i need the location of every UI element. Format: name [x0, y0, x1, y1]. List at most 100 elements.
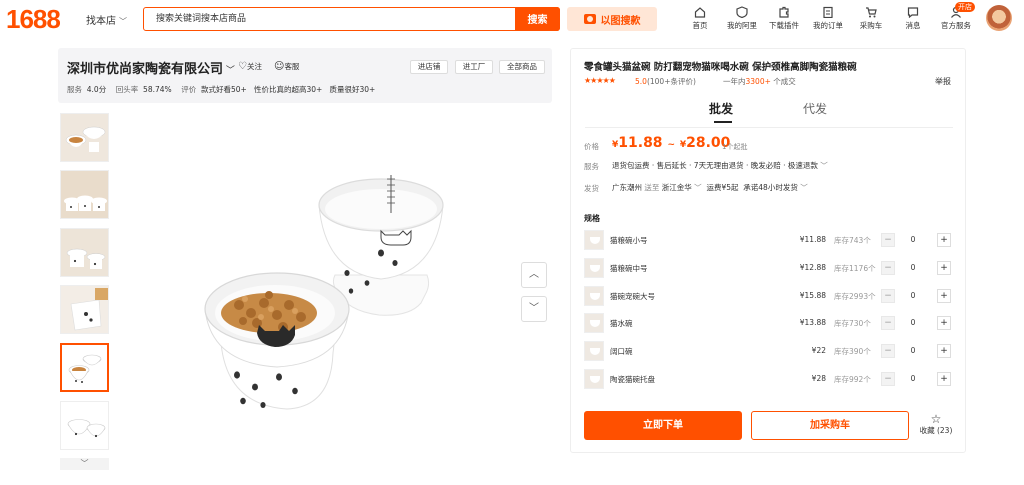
ship-promise[interactable]: 承诺48小时发货 ﹀ [743, 183, 807, 192]
thumbnails-scroll-down[interactable]: ﹀ [60, 458, 109, 470]
home-icon [694, 7, 706, 18]
nav-download-plugin[interactable]: 下载插件 [761, 6, 807, 31]
add-to-cart-button[interactable]: 加采购车 [751, 411, 909, 440]
thumbnail-5-selected[interactable] [60, 343, 109, 392]
shipping-label: 发货 [584, 184, 599, 193]
ship-to-word: 送至 [644, 183, 660, 192]
rating-value: 5.0 [635, 77, 647, 86]
qty-decrease-button[interactable]: − [881, 344, 895, 358]
tab-dropship[interactable]: 代发 [803, 100, 827, 117]
rating-close-paren: ) [692, 77, 696, 86]
qty-decrease-button[interactable]: − [881, 316, 895, 330]
sku-name: 猫水碗 [610, 319, 633, 328]
follow-button[interactable]: ♡关注 [238, 61, 262, 72]
enter-store-button[interactable]: 进店铺 [410, 60, 448, 74]
sku-stock: 库存992个 [834, 375, 871, 384]
thumbnail-1[interactable] [60, 113, 109, 162]
service-text: 退货包运费 · 售后延长 · 7天无理由退货 · 晚发必赔 · 极速退款 [612, 161, 818, 170]
tab-wholesale[interactable]: 批发 [709, 100, 733, 117]
qty-input[interactable]: 0 [906, 374, 920, 383]
sales-suffix: 个成交 [773, 77, 796, 86]
qty-decrease-button[interactable]: − [881, 372, 895, 386]
sku-price: ¥11.88 [799, 235, 826, 244]
chevron-down-icon: ﹀ [223, 66, 235, 76]
rating-summary[interactable]: 5.0(100+条评价) [635, 76, 696, 87]
qty-input[interactable]: 0 [906, 235, 920, 244]
qty-increase-button[interactable]: + [937, 372, 951, 386]
sku-name: 陶瓷猫碗托盘 [610, 375, 655, 384]
avatar[interactable] [986, 5, 1012, 31]
product-title: 零食罐头猫盆碗 防打翻宠物猫咪喝水碗 保护颈椎高脚陶瓷猫粮碗 [584, 62, 857, 73]
qty-increase-button[interactable]: + [937, 289, 951, 303]
thumbnail-image [61, 229, 108, 276]
sku-price: ¥22 [811, 346, 826, 355]
nav-official-service-label: 官方服务 [941, 21, 971, 30]
image-prev-button[interactable]: ︿ [521, 262, 547, 288]
service-guarantees[interactable]: 退货包运费 · 售后延长 · 7天无理由退货 · 晚发必赔 · 极速退款 ﹀ [612, 160, 828, 171]
qty-decrease-button[interactable]: − [881, 261, 895, 275]
all-products-button[interactable]: 全部商品 [499, 60, 545, 74]
store-name[interactable]: 深圳市优尚家陶瓷有限公司 ﹀ [67, 58, 235, 77]
thumbnail-4[interactable] [60, 285, 109, 334]
sku-thumbnail[interactable] [584, 286, 604, 306]
sku-price: ¥15.88 [799, 291, 826, 300]
qty-input[interactable]: 0 [906, 263, 920, 272]
sku-name: 猫碗宠碗大号 [610, 292, 655, 301]
qty-increase-button[interactable]: + [937, 261, 951, 275]
thumbnail-image [62, 345, 107, 390]
chevron-down-icon: ﹀ [80, 459, 89, 468]
main-product-image[interactable] [119, 113, 552, 470]
image-search-button[interactable]: 以图搜款 [567, 7, 657, 31]
site-logo[interactable]: 1688 [6, 4, 61, 35]
thumbnail-6[interactable] [60, 401, 109, 450]
ship-to: 浙江金华 [661, 183, 692, 192]
store-switch[interactable]: 找本店 ﹀ [86, 12, 127, 27]
sku-thumbnail[interactable] [584, 230, 604, 250]
nav-my-orders[interactable]: 我的订单 [805, 6, 851, 31]
qty-increase-button[interactable]: + [937, 344, 951, 358]
stat-review-tag-3: 质量很好30+ [329, 85, 376, 94]
ship-to-select[interactable]: 浙江金华 ﹀ [662, 183, 702, 192]
sku-name: 阔口碗 [610, 347, 633, 356]
chevron-down-icon: ﹀ [820, 161, 828, 170]
favorite-button[interactable]: ☆ 收藏 (23) [916, 413, 956, 436]
search-input[interactable] [144, 8, 516, 29]
thumbnail-2[interactable] [60, 170, 109, 219]
qty-input[interactable]: 0 [906, 318, 920, 327]
sku-price: ¥12.88 [799, 263, 826, 272]
qty-input[interactable]: 0 [906, 291, 920, 300]
sku-thumbnail[interactable] [584, 369, 604, 389]
sku-thumbnail[interactable] [584, 341, 604, 361]
sku-row: 猫水碗 ¥13.88 库存730个 − 0 + [584, 313, 954, 335]
sku-thumbnail[interactable] [584, 258, 604, 278]
qty-increase-button[interactable]: + [937, 316, 951, 330]
store-name-text: 深圳市优尚家陶瓷有限公司 [67, 62, 224, 77]
price-range: ¥11.88 ~ ¥28.00 [612, 135, 730, 151]
thumbnail-3[interactable] [60, 228, 109, 277]
enter-factory-button[interactable]: 进工厂 [455, 60, 493, 74]
qty-increase-button[interactable]: + [937, 233, 951, 247]
qty-decrease-button[interactable]: − [881, 289, 895, 303]
sku-name: 猫粮碗小号 [610, 236, 648, 245]
freight-info[interactable]: 运费¥5起 [706, 183, 738, 192]
qty-input[interactable]: 0 [906, 346, 920, 355]
qty-decrease-button[interactable]: − [881, 233, 895, 247]
thumbnail-image [61, 402, 108, 449]
customer-service-label: 客服 [284, 62, 300, 71]
open-store-badge[interactable]: 开店 [955, 2, 975, 12]
buy-now-button[interactable]: 立即下单 [584, 411, 742, 440]
image-next-button[interactable]: ﹀ [521, 296, 547, 322]
nav-my-ali[interactable]: 我的阿里 [719, 6, 765, 31]
nav-home[interactable]: 首页 [677, 6, 723, 31]
search-button[interactable]: 搜索 [515, 6, 560, 31]
sku-stock: 库存743个 [834, 236, 871, 245]
report-link[interactable]: 举报 [935, 76, 951, 87]
nav-purchase-cart-label: 采购车 [859, 21, 883, 30]
sku-thumbnail[interactable] [584, 313, 604, 333]
camera-icon [583, 14, 596, 24]
nav-purchase-cart[interactable]: 采购车 [848, 6, 894, 31]
min-order-qty: 1个起批 [722, 143, 748, 151]
customer-service-button[interactable]: ☺客服 [274, 61, 299, 72]
sku-row: 猫碗宠碗大号 ¥15.88 库存2993个 − 0 + [584, 286, 954, 308]
nav-messages[interactable]: 消息 [890, 6, 936, 31]
